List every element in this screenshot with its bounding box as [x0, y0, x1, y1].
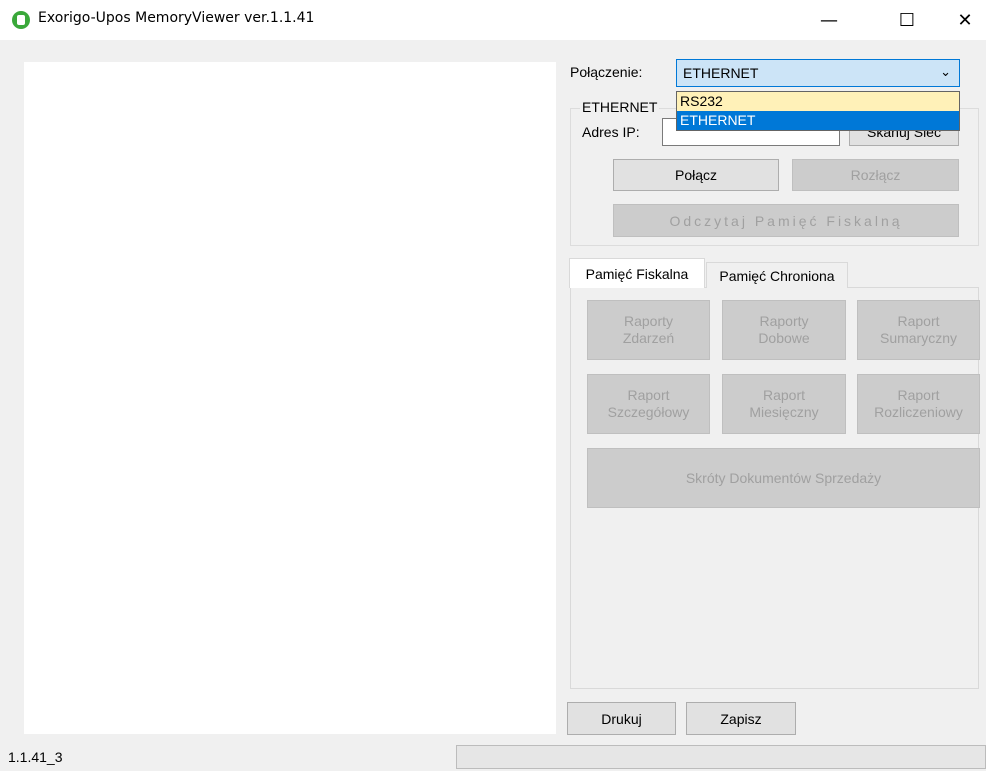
monthly-report-button[interactable]: Raport Miesięczny — [722, 374, 846, 434]
event-reports-button[interactable]: Raporty Zdarzeń — [587, 300, 710, 360]
button-line: Dobowe — [758, 330, 810, 346]
tab-protected-memory[interactable]: Pamięć Chroniona — [706, 262, 848, 288]
save-button[interactable]: Zapisz — [686, 702, 796, 735]
log-output-area[interactable] — [24, 62, 556, 734]
button-line: Zdarzeń — [622, 330, 675, 346]
read-fiscal-memory-button[interactable]: Odczytaj Pamięć Fiskalną — [613, 204, 959, 237]
ip-address-label: Adres IP: — [582, 124, 640, 140]
connection-select-value: ETHERNET — [683, 65, 759, 81]
settlement-report-button[interactable]: Raport Rozliczeniowy — [857, 374, 980, 434]
ethernet-group-title: ETHERNET — [580, 99, 660, 115]
close-button[interactable]: ✕ — [942, 0, 986, 40]
dropdown-option-rs232[interactable]: RS232 — [677, 92, 959, 111]
sales-digests-button[interactable]: Skróty Dokumentów Sprzedaży — [587, 448, 980, 508]
print-button[interactable]: Drukuj — [567, 702, 676, 735]
connection-label: Połączenie: — [570, 64, 643, 80]
dropdown-option-ethernet[interactable]: ETHERNET — [677, 111, 959, 130]
connection-dropdown-list: RS232 ETHERNET — [676, 91, 960, 131]
progress-bar — [456, 745, 986, 769]
tab-fiscal-memory[interactable]: Pamięć Fiskalna — [569, 258, 705, 288]
daily-reports-button[interactable]: Raporty Dobowe — [722, 300, 846, 360]
button-line: Raport — [897, 387, 940, 403]
summary-report-button[interactable]: Raport Sumaryczny — [857, 300, 980, 360]
button-line: Sumaryczny — [879, 330, 958, 346]
app-icon — [12, 11, 30, 29]
disconnect-button[interactable]: Rozłącz — [792, 159, 959, 191]
version-label: 1.1.41_3 — [8, 749, 63, 765]
detailed-report-button[interactable]: Raport Szczegółowy — [587, 374, 710, 434]
button-line: Raport — [762, 387, 806, 403]
button-line: Rozliczeniowy — [874, 404, 963, 420]
button-line: Raporty — [623, 313, 674, 329]
connect-button[interactable]: Połącz — [613, 159, 779, 191]
maximize-button[interactable]: ☐ — [884, 0, 930, 40]
button-line: Raporty — [759, 313, 809, 329]
connection-select[interactable]: ETHERNET ⌄ — [676, 59, 960, 87]
window-title: Exorigo-Upos MemoryViewer ver.1.1.41 — [38, 10, 315, 26]
button-line: Szczegółowy — [607, 404, 690, 420]
button-line: Raport — [627, 387, 670, 403]
button-line: Raport — [897, 313, 940, 329]
minimize-button[interactable]: — — [806, 0, 852, 40]
button-line: Miesięczny — [749, 404, 819, 420]
chevron-down-icon: ⌄ — [940, 64, 951, 79]
